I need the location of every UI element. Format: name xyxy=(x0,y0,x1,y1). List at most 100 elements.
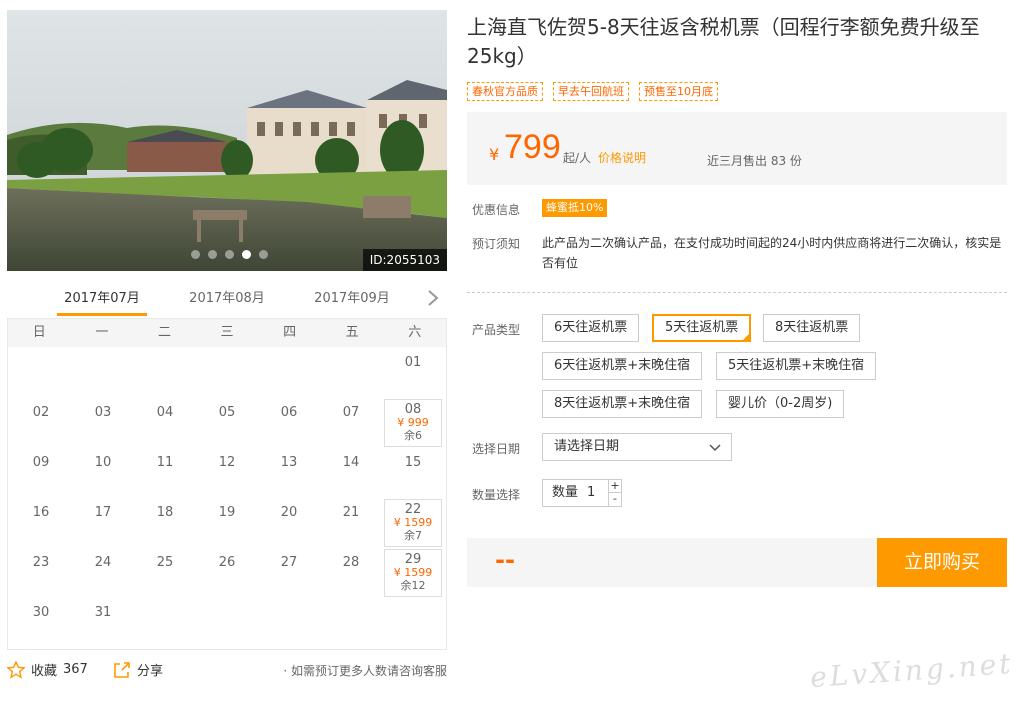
calendar-day: 05 xyxy=(198,399,256,447)
watermark: eLvXing.net xyxy=(809,646,1015,695)
calendar-weekday-header: 日 一 二 三 四 五 六 xyxy=(8,319,446,347)
option-5day-hotel[interactable]: 5天往返机票+末晚住宿 xyxy=(716,352,877,380)
quantity-value[interactable]: 1 xyxy=(587,480,595,506)
carousel-dot[interactable] xyxy=(242,250,251,259)
date-label: 选择日期 xyxy=(472,442,521,456)
day-number: 25 xyxy=(156,555,174,570)
day-number: 01 xyxy=(404,355,422,370)
day-number: 18 xyxy=(156,505,174,520)
calendar-day: 31 xyxy=(74,599,132,647)
day-number: 08 xyxy=(404,402,422,417)
product-photo[interactable]: ID:2055103 xyxy=(7,10,447,271)
weekday-label: 一 xyxy=(95,325,109,340)
tab-month-3[interactable]: 2017年09月 xyxy=(307,285,397,313)
weekday-label: 日 xyxy=(32,325,46,340)
tab-month-1[interactable]: 2017年07月 xyxy=(57,285,147,316)
calendar-day: 20 xyxy=(260,499,318,547)
favorite-count: 367 xyxy=(63,662,88,677)
day-number: 15 xyxy=(404,455,422,470)
day-number: 10 xyxy=(94,455,112,470)
calendar-day: 23 xyxy=(12,549,70,597)
day-number: 26 xyxy=(218,555,236,570)
photo-footer: 收藏 367 分享 · 如需预订更多人数请咨询客服 xyxy=(7,660,447,680)
divider xyxy=(467,292,1007,293)
day-number: 17 xyxy=(94,505,112,520)
day-price: ¥ 999 xyxy=(397,416,429,429)
option-8day-hotel[interactable]: 8天往返机票+末晚住宿 xyxy=(542,390,703,418)
calendar-day: 17 xyxy=(74,499,132,547)
carousel-dot[interactable] xyxy=(225,250,234,259)
buy-now-button[interactable]: 立即购买 xyxy=(877,538,1007,587)
favorite-label: 收藏 xyxy=(31,664,58,679)
calendar-day: 24 xyxy=(74,549,132,597)
option-8day[interactable]: 8天往返机票 xyxy=(763,314,861,342)
day-number: 09 xyxy=(32,455,50,470)
product-tags: 春秋官方品质 早去午回航班 预售至10月底 xyxy=(467,82,718,101)
options-label: 产品类型 xyxy=(472,323,521,337)
quantity-minus-button[interactable]: - xyxy=(608,493,621,506)
day-price: ¥ 1599 xyxy=(393,516,433,529)
day-number: 19 xyxy=(218,505,236,520)
lake-mansion-image xyxy=(7,10,447,271)
calendar-day: 09 xyxy=(12,449,70,497)
consult-note: · 如需预订更多人数请咨询客服 xyxy=(283,664,447,678)
option-6day-hotel[interactable]: 6天往返机票+末晚住宿 xyxy=(542,352,703,380)
day-remaining: 余12 xyxy=(400,579,426,592)
quantity-field-label: 数量 xyxy=(552,485,579,500)
quantity-label: 数量选择 xyxy=(472,488,521,502)
calendar-day: 13 xyxy=(260,449,318,497)
calendar-day: 30 xyxy=(12,599,70,647)
chevron-right-icon[interactable] xyxy=(427,289,439,307)
weekday-label: 四 xyxy=(283,325,297,340)
option-infant[interactable]: 婴儿价（0-2周岁) xyxy=(716,390,845,418)
option-6day[interactable]: 6天往返机票 xyxy=(542,314,640,342)
tab-month-2[interactable]: 2017年08月 xyxy=(182,285,272,313)
date-select-value: 请选择日期 xyxy=(554,439,620,454)
day-number: 05 xyxy=(218,405,236,420)
share-label: 分享 xyxy=(137,664,164,679)
product-tag: 预售至10月底 xyxy=(639,82,718,101)
day-number: 13 xyxy=(280,455,298,470)
weekday-label: 二 xyxy=(157,325,171,340)
calendar-day-available[interactable]: 08 ¥ 999 余6 xyxy=(384,399,442,447)
day-number: 06 xyxy=(280,405,298,420)
day-remaining: 余7 xyxy=(404,529,422,542)
calendar-day: 19 xyxy=(198,499,256,547)
calendar-day: 07 xyxy=(322,399,380,447)
buy-bar: -- 立即购买 xyxy=(467,538,1007,587)
share-button[interactable]: 分享 xyxy=(113,660,163,679)
product-tag: 早去午回航班 xyxy=(553,82,629,101)
option-5day[interactable]: 5天往返机票 xyxy=(652,314,752,342)
calendar-day: 21 xyxy=(322,499,380,547)
calendar-day-available[interactable]: 22 ¥ 1599 余7 xyxy=(384,499,442,547)
product-title: 上海直飞佐贺5-8天往返含税机票（回程行李额免费升级至25kg） xyxy=(467,15,980,68)
calendar-day: 04 xyxy=(136,399,194,447)
notice-text: 此产品为二次确认产品，在支付成功时间起的24小时内供应商将进行二次确认，核实是否… xyxy=(542,236,1002,270)
carousel-dot[interactable] xyxy=(208,250,217,259)
calendar-day: 28 xyxy=(322,549,380,597)
calendar-day: 26 xyxy=(198,549,256,597)
day-number: 14 xyxy=(342,455,360,470)
calendar-day: 14 xyxy=(322,449,380,497)
calendar-day: 16 xyxy=(12,499,70,547)
day-number: 30 xyxy=(32,605,50,620)
calendar-day: 11 xyxy=(136,449,194,497)
weekday-label: 五 xyxy=(345,325,359,340)
weekday-label: 六 xyxy=(408,325,422,340)
day-number: 12 xyxy=(218,455,236,470)
carousel-dot[interactable] xyxy=(191,250,200,259)
day-number: 27 xyxy=(280,555,298,570)
calendar: 日 一 二 三 四 五 六 01 02 03 04 05 06 07 08 ¥ 999 余6 09 1… xyxy=(7,318,447,650)
carousel-dot[interactable] xyxy=(259,250,268,259)
price-value: 799 xyxy=(504,128,561,166)
favorite-button[interactable]: 收藏 367 xyxy=(7,660,88,679)
price-explain-link[interactable]: 价格说明 xyxy=(598,149,646,166)
day-number: 31 xyxy=(94,605,112,620)
calendar-day: 02 xyxy=(12,399,70,447)
calendar-day: 10 xyxy=(74,449,132,497)
total-price: -- xyxy=(495,546,515,574)
calendar-day: 06 xyxy=(260,399,318,447)
date-select[interactable]: 请选择日期 xyxy=(542,433,732,461)
day-number: 03 xyxy=(94,405,112,420)
calendar-day-available[interactable]: 29 ¥ 1599 余12 xyxy=(384,549,442,597)
